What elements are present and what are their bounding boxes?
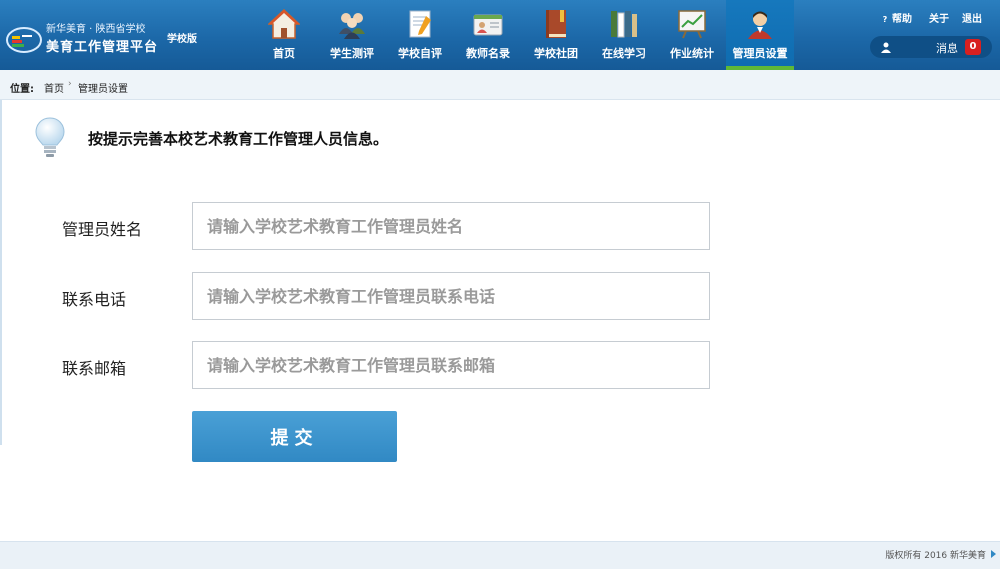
logo-title: 美育工作管理平台 (46, 40, 159, 55)
admin-name-label: 管理员姓名 (62, 220, 143, 239)
nav-label: 首页 (273, 47, 295, 60)
nav-item-school-clubs[interactable]: 学校社团 (522, 0, 590, 70)
phone-label: 联系电话 (62, 290, 127, 309)
nav-item-admin-settings[interactable]: 管理员设置 (726, 0, 794, 70)
message-bar[interactable]: 消息 0 (870, 36, 992, 58)
breadcrumb-current: 管理员设置 (78, 84, 128, 95)
club-book-icon (546, 10, 566, 38)
lightbulb-icon (35, 117, 65, 157)
nav-item-teacher-directory[interactable]: 教师名录 (454, 0, 522, 70)
nav-item-online-learning[interactable]: 在线学习 (590, 0, 658, 70)
instruction-text: 按提示完善本校艺术教育工作管理人员信息。 (88, 130, 389, 148)
admin-avatar-icon (748, 11, 772, 39)
email-input[interactable] (192, 341, 710, 389)
top-links: ? 帮助 关于 退出 (870, 10, 992, 28)
help-icon: ? (882, 15, 888, 24)
logout-link[interactable]: 退出 (962, 10, 982, 25)
self-evaluation-icon (409, 10, 431, 38)
email-label: 联系邮箱 (62, 359, 127, 378)
arrow-right-icon (991, 550, 996, 558)
home-icon (268, 8, 300, 39)
nav-label: 教师名录 (466, 47, 510, 60)
chart-board-icon (678, 10, 706, 39)
about-link[interactable]: 关于 (929, 10, 949, 25)
messages-label: 消息 (936, 42, 958, 55)
top-header: 新华美育 · 陕西省学校 美育工作管理平台 学校版 首页 学生测评 学校自评 教… (0, 0, 1000, 70)
teacher-card-icon (473, 14, 503, 36)
nav-item-school-self-evaluation[interactable]: 学校自评 (386, 0, 454, 70)
books-icon (611, 11, 637, 38)
logo-mark-icon (6, 27, 42, 53)
nav-label: 学校自评 (398, 47, 442, 60)
nav-label: 学生测评 (330, 47, 374, 60)
left-divider (0, 100, 2, 445)
breadcrumb-home[interactable]: 首页 (44, 80, 64, 95)
nav-item-home[interactable]: 首页 (250, 0, 318, 70)
logo-subtitle: 新华美育 · 陕西省学校 (46, 24, 146, 35)
edition-label: 学校版 (167, 34, 197, 45)
nav-item-student-assessment[interactable]: 学生测评 (318, 0, 386, 70)
main-nav: 首页 学生测评 学校自评 教师名录 学校社团 在线学习 作业统计 管理员设置 (250, 0, 794, 70)
breadcrumb-prefix: 位置: (10, 84, 34, 95)
breadcrumb: 位置: 首页 › 管理员设置 (0, 70, 1000, 100)
students-icon (339, 13, 365, 39)
nav-item-homework-stats[interactable]: 作业统计 (658, 0, 726, 70)
help-label: 帮助 (892, 14, 912, 25)
breadcrumb-separator-icon: › (68, 79, 72, 89)
help-link[interactable]: ? 帮助 (880, 10, 912, 25)
submit-button[interactable]: 提交 (192, 411, 397, 462)
user-icon (881, 42, 891, 53)
footer: 版权所有 2016 新华美育 (0, 541, 1000, 569)
copyright-text: 版权所有 2016 新华美育 (885, 551, 986, 561)
phone-input[interactable] (192, 272, 710, 320)
messages-count-badge: 0 (965, 39, 981, 55)
nav-label: 管理员设置 (732, 47, 788, 60)
admin-name-input[interactable] (192, 202, 710, 250)
nav-label: 在线学习 (602, 47, 646, 60)
nav-label: 作业统计 (670, 47, 714, 60)
nav-label: 学校社团 (534, 47, 578, 60)
